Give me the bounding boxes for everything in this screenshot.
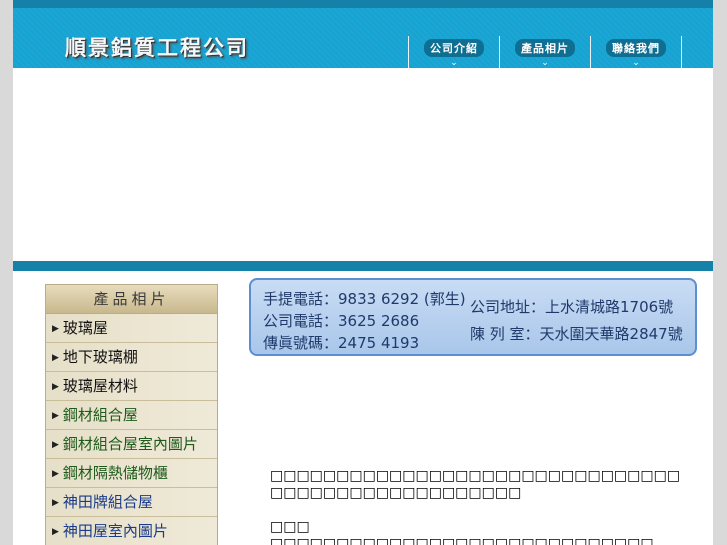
fax-number: 傳眞號碼：2475 4193 — [263, 334, 420, 352]
arrow-right-icon: ▶ — [52, 469, 59, 479]
chevron-down-icon: ⌄ — [450, 58, 458, 68]
chevron-down-icon: ⌄ — [541, 58, 549, 68]
sidebar-item-label: 鋼材組合屋室內圖片 — [62, 435, 198, 453]
sidebar-item-steel-house[interactable]: ▶ 鋼材組合屋 — [46, 401, 217, 430]
banner-area — [13, 68, 713, 261]
site-logo[interactable]: 順景鋁質工程公司 — [65, 32, 249, 62]
sidebar-item-label: 神田牌組合屋 — [62, 493, 153, 511]
sidebar-title: 產品相片 — [46, 285, 217, 314]
sidebar-item-label: 玻璃屋 — [62, 319, 108, 337]
sidebar-item-label: 神田屋室內圖片 — [62, 522, 168, 540]
header: 順景鋁質工程公司 公司介紹 ⌄ 產品相片 ⌄ 聯絡我們 ⌄ — [13, 8, 713, 76]
sidebar: 產品相片 ▶ 玻璃屋 ▶ 地下玻璃棚 ▶ 玻璃屋材料 ▶ 鋼材組合屋 ▶ 鋼材組合屋室內圖… — [45, 284, 218, 545]
arrow-right-icon: ▶ — [52, 382, 59, 392]
page: 順景鋁質工程公司 公司介紹 ⌄ 產品相片 ⌄ 聯絡我們 ⌄ 產品相片 ▶ 玻璃屋 … — [13, 0, 713, 545]
sidebar-item-label: 鋼材隔熱儲物櫃 — [62, 464, 168, 482]
chevron-down-icon: ⌄ — [632, 58, 640, 68]
showroom-address: 陳 列 室：天水圍天華路2847號 — [470, 325, 683, 343]
section-divider — [13, 261, 713, 271]
sidebar-item-label: 玻璃屋材料 — [62, 377, 138, 395]
sidebar-item-glass-materials[interactable]: ▶ 玻璃屋材料 — [46, 372, 217, 401]
nav-label: 聯絡我們 — [606, 39, 666, 57]
arrow-right-icon: ▶ — [52, 440, 59, 450]
sidebar-item-kanda-interior[interactable]: ▶ 神田屋室內圖片 — [46, 517, 217, 545]
nav-label: 產品相片 — [515, 39, 575, 57]
company-address: 公司地址：上水清城路1706號 — [470, 298, 674, 316]
mobile-phone: 手提電話：9833 6292 (郭生) — [263, 290, 466, 308]
arrow-right-icon: ▶ — [52, 411, 59, 421]
sidebar-item-label: 鋼材組合屋 — [62, 406, 138, 424]
sidebar-item-steel-house-interior[interactable]: ▶ 鋼材組合屋室內圖片 — [46, 430, 217, 459]
contact-info-box: 手提電話：9833 6292 (郭生) 公司電話：3625 2686 傳眞號碼：… — [249, 278, 697, 356]
nav-label: 公司介紹 — [424, 39, 484, 57]
content-paragraph: □□□□□□□□□□□□□□□□□□□□□□□□□□□□□□□□□□□□□□□□… — [270, 468, 681, 501]
sidebar-item-underground-glass-shed[interactable]: ▶ 地下玻璃棚 — [46, 343, 217, 372]
main-content: □□□□□□□□□□□□□□□□□□□□□□□□□□□□□□□□□□□□□□□□… — [270, 468, 690, 545]
arrow-right-icon: ▶ — [52, 324, 59, 334]
sidebar-item-kanda-house[interactable]: ▶ 神田牌組合屋 — [46, 488, 217, 517]
content-paragraph: □□□ — [270, 519, 310, 535]
sidebar-item-steel-storage[interactable]: ▶ 鋼材隔熱儲物櫃 — [46, 459, 217, 488]
arrow-right-icon: ▶ — [52, 498, 59, 508]
top-bar — [13, 0, 713, 8]
content-paragraph: □□□□□□□□□□□□□□□□□□□□□□□□□□□□□ — [270, 536, 654, 545]
arrow-right-icon: ▶ — [52, 527, 59, 537]
sidebar-item-label: 地下玻璃棚 — [62, 348, 138, 366]
arrow-right-icon: ▶ — [52, 353, 59, 363]
company-phone: 公司電話：3625 2686 — [263, 312, 420, 330]
sidebar-item-glass-house[interactable]: ▶ 玻璃屋 — [46, 314, 217, 343]
